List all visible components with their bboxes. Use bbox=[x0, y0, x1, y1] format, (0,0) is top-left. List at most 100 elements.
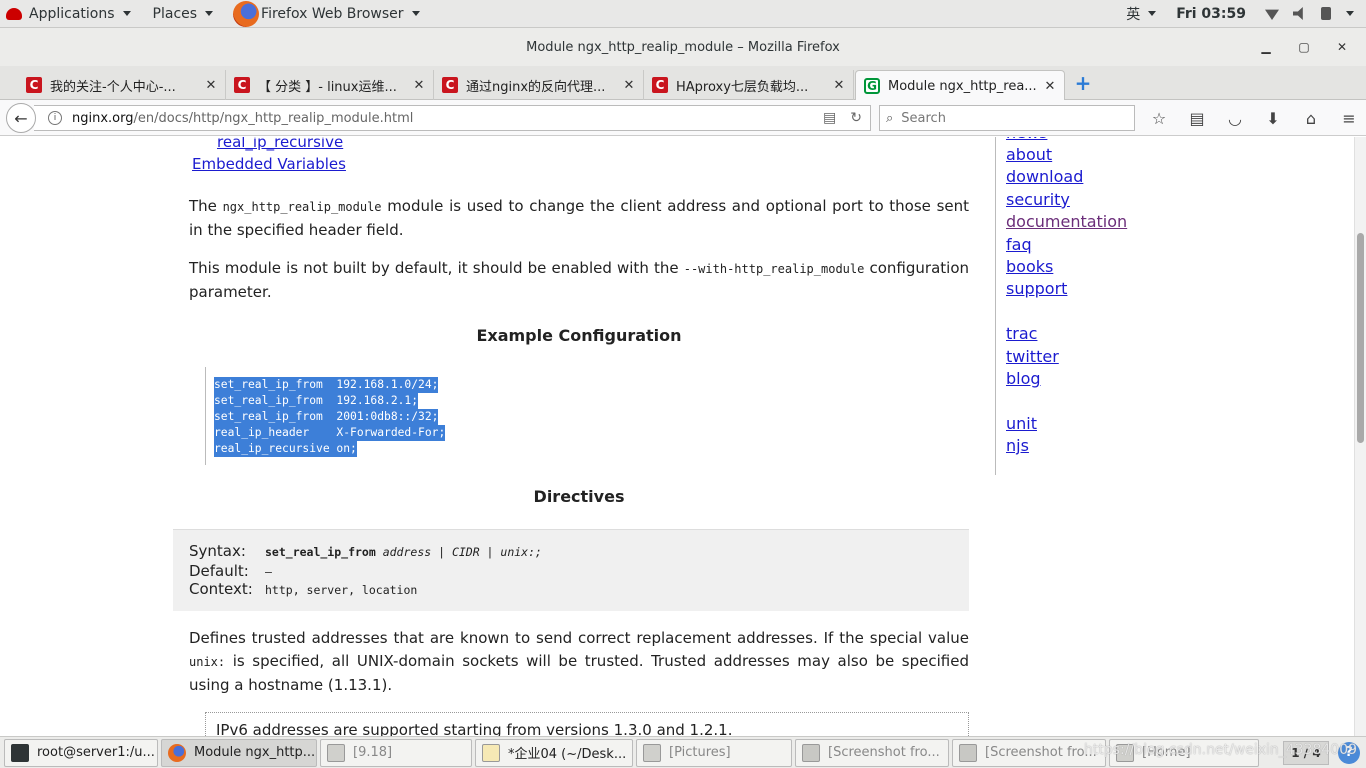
taskbar-item-screenshot-1[interactable]: [Screenshot fro... bbox=[795, 738, 949, 767]
sidebar-link-unit[interactable]: unit bbox=[1006, 414, 1037, 433]
tab-label: Module ngx_http_rea... bbox=[888, 78, 1036, 94]
example-code-block[interactable]: set_real_ip_from 192.168.1.0/24; set_rea… bbox=[205, 367, 465, 465]
volume-icon[interactable] bbox=[1293, 7, 1303, 20]
system-menu-chevron-icon[interactable] bbox=[1346, 11, 1354, 16]
folder-icon bbox=[643, 743, 661, 762]
taskbar-item-folder-918[interactable]: [9.18] bbox=[320, 738, 472, 767]
screenshot-icon bbox=[959, 743, 977, 762]
library-icon[interactable]: ▤ bbox=[1178, 109, 1216, 128]
close-tab-icon[interactable]: ✕ bbox=[831, 78, 847, 93]
screenshot-icon bbox=[802, 743, 820, 762]
url-bar[interactable]: i nginx.org /en/docs/http/ngx_http_reali… bbox=[34, 105, 871, 131]
sidebar-link-news[interactable]: news bbox=[1006, 137, 1047, 142]
pocket-icon[interactable]: ◡ bbox=[1216, 109, 1254, 128]
taskbar-item-pictures[interactable]: [Pictures] bbox=[636, 738, 792, 767]
taskbar-item-label: *企业04 (~/Desk... bbox=[508, 747, 627, 762]
sidebar-link-faq[interactable]: faq bbox=[1006, 235, 1032, 254]
back-arrow-icon: ← bbox=[14, 108, 28, 128]
places-menu[interactable]: Places bbox=[145, 0, 222, 28]
sidebar-nav: news about download security documentati… bbox=[995, 137, 1175, 475]
close-tab-icon[interactable]: ✕ bbox=[203, 78, 219, 93]
taskbar-item-text-editor[interactable]: *企业04 (~/Desk... bbox=[475, 738, 633, 767]
places-label: Places bbox=[152, 5, 198, 22]
taskbar-item-terminal[interactable]: root@server1:/u... bbox=[4, 738, 158, 767]
download-icon[interactable]: ⬇ bbox=[1254, 109, 1292, 128]
sidebar-link-documentation[interactable]: documentation bbox=[1006, 212, 1127, 231]
defines-paragraph: Defines trusted addresses that are known… bbox=[189, 627, 969, 697]
search-icon: ⌕ bbox=[886, 110, 894, 126]
syntax-label: Syntax: bbox=[189, 542, 246, 560]
text-editor-icon bbox=[482, 743, 500, 762]
close-tab-icon[interactable]: ✕ bbox=[621, 78, 637, 93]
active-app-menu[interactable]: Firefox Web Browser bbox=[225, 0, 428, 28]
toc-link-real-ip-recursive[interactable]: real_ip_recursive bbox=[217, 137, 343, 151]
module-name-code: ngx_http_realip_module bbox=[222, 200, 382, 214]
applications-menu[interactable]: Applications bbox=[0, 0, 139, 28]
window-list-taskbar: root@server1:/u... Module ngx_http... [9… bbox=[0, 736, 1366, 768]
help-icon[interactable]: ? bbox=[1338, 742, 1360, 764]
tab-nginx-realip[interactable]: G Module ngx_http_rea... ✕ bbox=[855, 70, 1065, 101]
reload-icon[interactable]: ↻ bbox=[850, 110, 862, 126]
sidebar-link-twitter[interactable]: twitter bbox=[1006, 347, 1059, 366]
chevron-down-icon bbox=[411, 11, 420, 16]
clock[interactable]: Fri 03:59 bbox=[1164, 6, 1258, 22]
tab-haproxy[interactable]: C HAproxy七层负载均... ✕ bbox=[644, 70, 854, 100]
code-line: real_ip_header X-Forwarded-For; bbox=[214, 425, 446, 441]
toc-link-embedded-variables[interactable]: Embedded Variables bbox=[192, 155, 346, 173]
search-input[interactable]: ⌕ Search bbox=[879, 105, 1135, 131]
reader-view-icon[interactable]: ▤ bbox=[823, 110, 836, 126]
note-text: IPv6 addresses are supported starting fr… bbox=[216, 721, 733, 736]
maximize-icon[interactable]: ▢ bbox=[1294, 40, 1314, 54]
taskbar-item-firefox[interactable]: Module ngx_http... bbox=[161, 738, 317, 767]
battery-icon[interactable] bbox=[1321, 7, 1331, 20]
sidebar-link-about[interactable]: about bbox=[1006, 145, 1052, 164]
context-label: Context: bbox=[189, 580, 253, 598]
tab-label: 我的关注-个人中心-... bbox=[50, 79, 176, 95]
menu-hamburger-icon[interactable]: ≡ bbox=[1330, 109, 1366, 128]
close-tab-icon[interactable]: ✕ bbox=[1042, 79, 1058, 94]
sidebar-link-blog[interactable]: blog bbox=[1006, 369, 1041, 388]
sidebar-link-support[interactable]: support bbox=[1006, 279, 1067, 298]
site-info-icon[interactable]: i bbox=[48, 111, 62, 125]
taskbar-item-screenshot-2[interactable]: [Screenshot fro... bbox=[952, 738, 1106, 767]
directive-args: address | CIDR | unix:; bbox=[375, 545, 542, 559]
scrollbar-thumb[interactable] bbox=[1357, 233, 1364, 443]
back-button[interactable]: ← bbox=[6, 103, 36, 133]
input-method-menu[interactable]: 英 bbox=[1118, 0, 1164, 28]
redhat-icon bbox=[6, 7, 22, 20]
default-row: Default: — bbox=[189, 562, 272, 580]
home-icon[interactable]: ⌂ bbox=[1292, 109, 1330, 128]
context-row: Context: http, server, location bbox=[189, 580, 417, 598]
sidebar-link-trac[interactable]: trac bbox=[1006, 324, 1037, 343]
sidebar-link-download[interactable]: download bbox=[1006, 167, 1083, 186]
gnome-top-bar: Applications Places Firefox Web Browser … bbox=[0, 0, 1366, 28]
tab-csdn-follow[interactable]: C 我的关注-个人中心-... ✕ bbox=[18, 70, 226, 100]
close-icon[interactable]: ✕ bbox=[1332, 40, 1352, 54]
sidebar-link-njs[interactable]: njs bbox=[1006, 436, 1029, 455]
firefox-icon bbox=[233, 0, 260, 27]
taskbar-item-label: [Home] bbox=[1142, 745, 1191, 760]
workspace-indicator[interactable]: 1 / 4 bbox=[1283, 741, 1329, 765]
code-line: set_real_ip_from 192.168.1.0/24; bbox=[214, 377, 439, 393]
window-title: Module ngx_http_realip_module – Mozilla … bbox=[526, 39, 840, 55]
url-domain: nginx.org bbox=[72, 110, 134, 126]
code-line: set_real_ip_from 2001:0db8::/32; bbox=[214, 409, 439, 425]
tab-csdn-category[interactable]: C 【 分类 】- linux运维... ✕ bbox=[226, 70, 434, 100]
active-app-label: Firefox Web Browser bbox=[261, 5, 404, 22]
page-content: real_ip_recursive Embedded Variables The… bbox=[0, 137, 1354, 736]
page-scrollbar[interactable] bbox=[1354, 137, 1366, 736]
bookmark-star-icon[interactable]: ☆ bbox=[1140, 109, 1178, 128]
sidebar-link-books[interactable]: books bbox=[1006, 257, 1053, 276]
applications-label: Applications bbox=[29, 5, 115, 22]
tab-label: 【 分类 】- linux运维... bbox=[258, 79, 397, 95]
close-tab-icon[interactable]: ✕ bbox=[411, 78, 427, 93]
new-tab-plus-icon[interactable]: + bbox=[1074, 73, 1092, 93]
minimize-icon[interactable]: ▁ bbox=[1256, 40, 1276, 54]
wifi-icon[interactable] bbox=[1265, 9, 1279, 20]
chevron-down-icon bbox=[122, 11, 131, 16]
taskbar-item-label: [9.18] bbox=[353, 745, 393, 760]
taskbar-item-home[interactable]: [Home] bbox=[1109, 738, 1259, 767]
tab-nginx-proxy[interactable]: C 通过nginx的反向代理... ✕ bbox=[434, 70, 644, 100]
sidebar-link-security[interactable]: security bbox=[1006, 190, 1070, 209]
taskbar-item-label: root@server1:/u... bbox=[37, 745, 155, 760]
